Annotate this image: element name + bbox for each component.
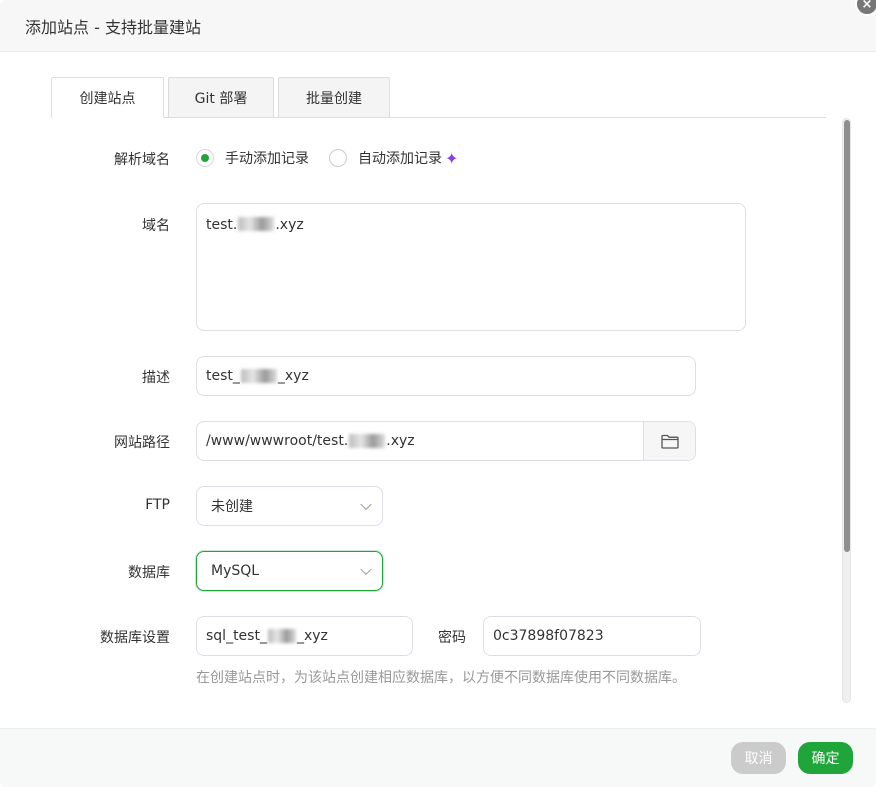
description-label: 描述 bbox=[142, 370, 170, 386]
radio-manual-record[interactable] bbox=[196, 149, 214, 167]
confirm-button[interactable]: 确定 bbox=[798, 742, 853, 774]
ftp-select[interactable]: 未创建 bbox=[196, 486, 383, 526]
radio-manual-label[interactable]: 手动添加记录 bbox=[225, 148, 309, 168]
redacted-mask bbox=[240, 369, 277, 383]
folder-icon bbox=[660, 434, 679, 449]
domain-label: 域名 bbox=[142, 218, 170, 234]
ftp-selected-value: 未创建 bbox=[211, 499, 253, 515]
db-name-input[interactable]: sql_test_ _xyz bbox=[196, 616, 413, 656]
radio-auto-label[interactable]: 自动添加记录 bbox=[358, 148, 442, 168]
path-label: 网站路径 bbox=[114, 435, 170, 451]
domain-value-suffix: .xyz bbox=[275, 217, 304, 233]
description-value-prefix: test_ bbox=[206, 368, 240, 384]
path-value-suffix: .xyz bbox=[386, 433, 415, 449]
sparkle-icon: ✦ bbox=[445, 148, 459, 168]
radio-auto-record[interactable] bbox=[329, 149, 347, 167]
scrollbar[interactable] bbox=[842, 118, 851, 703]
db-name-suffix: _xyz bbox=[296, 628, 328, 644]
database-select[interactable]: MySQL bbox=[196, 551, 383, 591]
tab-create-site[interactable]: 创建站点 bbox=[51, 77, 164, 118]
chevron-down-icon bbox=[360, 563, 372, 576]
database-label: 数据库 bbox=[128, 565, 170, 581]
dns-radio-group: 手动添加记录 自动添加记录 ✦ bbox=[196, 147, 458, 169]
dialog-titlebar: 添加站点 - 支持批量建站 bbox=[0, 0, 876, 52]
chevron-down-icon bbox=[360, 498, 372, 511]
path-input[interactable]: /www/wwwroot/test. .xyz bbox=[196, 421, 696, 461]
path-value-prefix: /www/wwwroot/test. bbox=[206, 433, 349, 449]
dialog-title: 添加站点 - 支持批量建站 bbox=[25, 17, 201, 37]
db-name-prefix: sql_test_ bbox=[206, 628, 267, 644]
redacted-mask bbox=[267, 629, 296, 643]
description-input[interactable]: test_ _xyz bbox=[196, 356, 696, 396]
domain-value-prefix: test. bbox=[206, 217, 238, 233]
scrollbar-thumb[interactable] bbox=[844, 120, 850, 552]
dns-label: 解析域名 bbox=[114, 152, 170, 168]
folder-picker-button[interactable] bbox=[643, 422, 695, 460]
database-hint: 在创建站点时，为该站点创建相应数据库，以方便不同数据库使用不同数据库。 bbox=[196, 670, 686, 686]
tab-git-deploy[interactable]: Git 部署 bbox=[168, 77, 274, 118]
redacted-mask bbox=[238, 217, 275, 231]
description-value-suffix: _xyz bbox=[277, 368, 309, 384]
add-site-dialog: 添加站点 - 支持批量建站 创建站点 Git 部署 批量创建 解析域名 手动添加… bbox=[0, 0, 876, 787]
password-value: 0c37898f07823 bbox=[493, 628, 604, 644]
database-selected-value: MySQL bbox=[211, 563, 260, 579]
domain-textarea[interactable]: test. .xyz bbox=[196, 203, 746, 331]
cancel-button[interactable]: 取消 bbox=[731, 742, 786, 774]
tab-bar: 创建站点 Git 部署 批量创建 bbox=[51, 77, 826, 118]
db-settings-label: 数据库设置 bbox=[100, 630, 170, 646]
password-input[interactable]: 0c37898f07823 bbox=[483, 616, 701, 656]
ftp-label: FTP bbox=[145, 497, 170, 513]
password-label: 密码 bbox=[438, 630, 466, 646]
radio-dot bbox=[201, 154, 209, 162]
redacted-mask bbox=[349, 434, 386, 448]
tab-batch-create[interactable]: 批量创建 bbox=[278, 77, 390, 118]
